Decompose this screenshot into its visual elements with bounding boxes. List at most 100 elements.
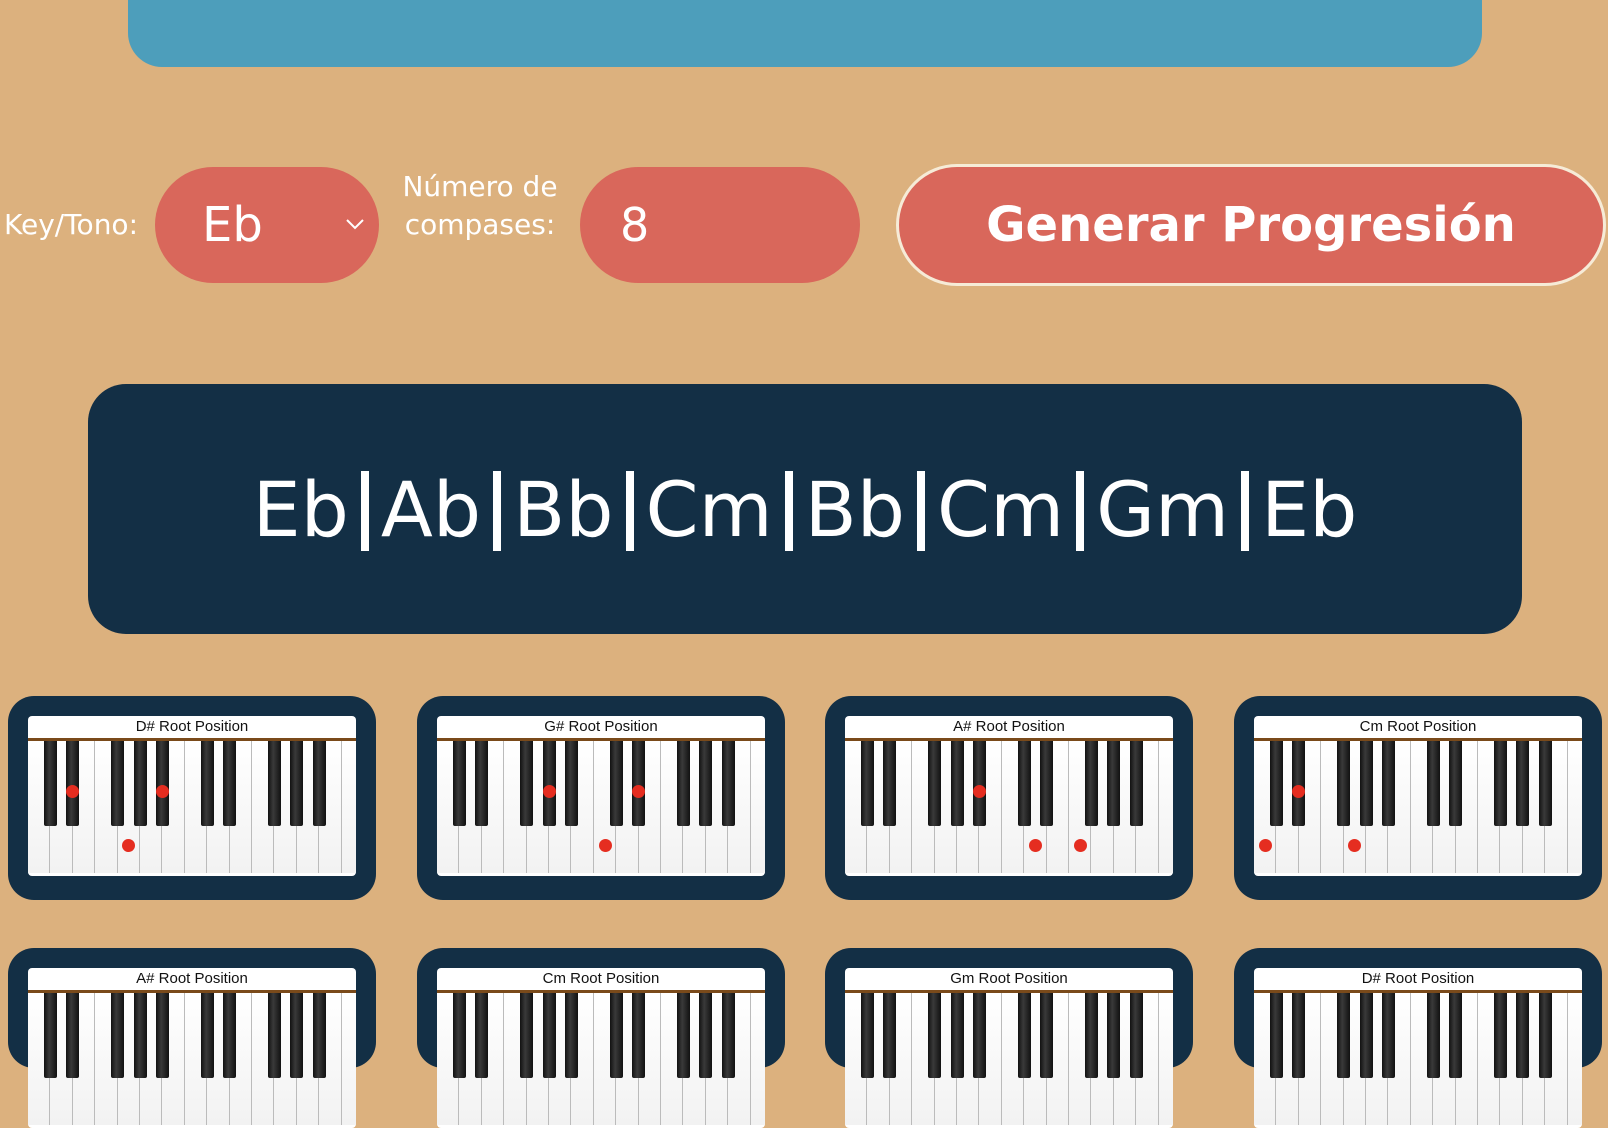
chord-card: Gm Root Position (825, 948, 1193, 1128)
black-key (133, 741, 147, 826)
black-key (111, 741, 125, 826)
key-label: Key/Tono: (4, 208, 138, 241)
chevron-down-icon (346, 219, 364, 230)
black-key (312, 741, 326, 826)
piano-diagram: Cm Root Position (1254, 716, 1582, 876)
piano-diagram: D# Root Position (1254, 968, 1582, 1128)
black-key (1426, 741, 1440, 826)
black-key (699, 741, 713, 826)
black-key (928, 993, 942, 1078)
black-key (452, 993, 466, 1078)
piano-keys (28, 993, 356, 1128)
white-key (1158, 741, 1173, 873)
piano-diagram: A# Root Position (845, 716, 1173, 876)
piano-keys (845, 741, 1173, 876)
chord-card-title: Cm Root Position (542, 970, 660, 987)
black-key (699, 993, 713, 1078)
piano-keys (1254, 741, 1582, 876)
black-key (1381, 741, 1395, 826)
black-key (860, 993, 874, 1078)
chord-card: A# Root Position (8, 948, 376, 1128)
black-key (1129, 741, 1143, 826)
black-key (312, 993, 326, 1078)
black-key (1107, 993, 1121, 1078)
piano-diagram: D# Root Position (28, 716, 356, 876)
progression-chord: Cm (645, 464, 773, 554)
black-key (972, 993, 986, 1078)
chord-card: A# Root Position (825, 696, 1193, 900)
progression-chord: Bb (804, 464, 906, 554)
black-key (1493, 993, 1507, 1078)
key-select[interactable]: Eb (155, 167, 379, 283)
black-key (1449, 993, 1463, 1078)
white-key (750, 993, 765, 1125)
black-key (1516, 993, 1530, 1078)
black-key (475, 993, 489, 1078)
black-key (267, 741, 281, 826)
chord-card-title: Cm Root Position (1359, 718, 1477, 735)
generate-progression-button[interactable]: Generar Progresión (896, 164, 1606, 286)
chord-separator (784, 471, 793, 551)
black-key (66, 993, 80, 1078)
key-select-value: Eb (202, 197, 263, 253)
black-key (1359, 993, 1373, 1078)
chord-card: D# Root Position (1234, 948, 1602, 1128)
chord-card-title: D# Root Position (1361, 970, 1475, 987)
black-key (475, 741, 489, 826)
measures-input[interactable]: 8 (580, 167, 860, 283)
progression-chord: Gm (1096, 464, 1230, 554)
black-key (290, 741, 304, 826)
white-key (1158, 993, 1173, 1125)
piano-keys (845, 993, 1173, 1128)
black-key (267, 993, 281, 1078)
piano-keys (1254, 993, 1582, 1128)
black-key (542, 993, 556, 1078)
black-key (1292, 993, 1306, 1078)
white-key (341, 993, 356, 1125)
black-key (200, 993, 214, 1078)
progression-display: Eb Ab Bb Cm Bb Cm Gm Eb (88, 384, 1522, 634)
black-key (1337, 993, 1351, 1078)
chord-card: Cm Root Position (1234, 696, 1602, 900)
black-key (1017, 993, 1031, 1078)
chord-separator (360, 471, 369, 551)
black-key (860, 741, 874, 826)
black-key (1269, 741, 1283, 826)
note-marker (155, 785, 169, 798)
note-marker (542, 785, 556, 798)
black-key (1040, 741, 1054, 826)
chord-card: D# Root Position (8, 696, 376, 900)
black-key (1107, 741, 1121, 826)
black-key (676, 741, 690, 826)
black-key (133, 993, 147, 1078)
black-key (564, 993, 578, 1078)
progression-chord: Bb (513, 464, 614, 554)
black-key (111, 993, 125, 1078)
piano-keys (437, 993, 765, 1128)
black-key (1084, 993, 1098, 1078)
piano-diagram: A# Root Position (28, 968, 356, 1128)
black-key (43, 993, 57, 1078)
chord-separator (493, 471, 502, 551)
black-key (542, 741, 556, 826)
black-key (1516, 741, 1530, 826)
black-key (66, 741, 80, 826)
piano-diagram: Cm Root Position (437, 968, 765, 1128)
progression-chord: Ab (380, 464, 482, 554)
black-key (290, 993, 304, 1078)
black-key (883, 741, 897, 826)
black-key (1449, 741, 1463, 826)
note-marker (1073, 839, 1087, 852)
measures-label: Número de compases: (402, 170, 558, 241)
black-key (520, 993, 534, 1078)
chord-card-title: D# Root Position (135, 718, 249, 735)
black-key (1129, 993, 1143, 1078)
piano-keys (437, 741, 765, 876)
white-key (750, 741, 765, 873)
black-key (1017, 741, 1031, 826)
chord-card-title: A# Root Position (136, 970, 248, 987)
piano-diagram: G# Root Position (437, 716, 765, 876)
black-key (1337, 741, 1351, 826)
black-key (223, 993, 237, 1078)
black-key (452, 741, 466, 826)
